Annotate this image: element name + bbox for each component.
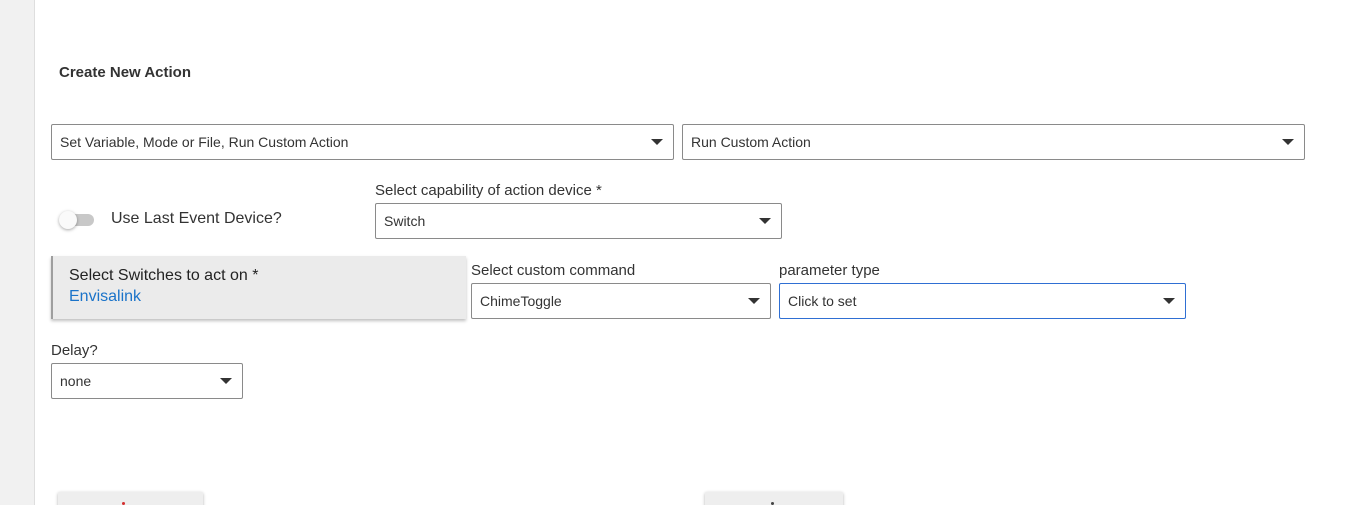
switches-picker-label: Select Switches to act on * — [69, 267, 259, 284]
parameter-type-value: Click to set — [788, 293, 857, 309]
section-title: Create New Action — [59, 64, 191, 81]
chevron-down-icon — [759, 218, 771, 224]
bottom-right-button[interactable] — [705, 492, 843, 505]
chevron-down-icon — [1163, 298, 1175, 304]
custom-command-label: Select custom command — [471, 262, 636, 279]
left-sidebar-gutter — [0, 0, 35, 505]
delay-value: none — [60, 373, 92, 389]
capability-label: Select capability of action device * — [375, 182, 602, 199]
custom-command-value: ChimeToggle — [480, 293, 562, 309]
delay-label: Delay? — [51, 342, 98, 359]
action-category-value: Set Variable, Mode or File, Run Custom A… — [60, 134, 349, 150]
toggle-knob — [59, 211, 77, 229]
use-last-event-device-toggle[interactable] — [59, 211, 95, 229]
chevron-down-icon — [1282, 139, 1294, 145]
chevron-down-icon — [220, 378, 232, 384]
delay-select[interactable]: none — [51, 363, 243, 399]
action-editor-page: Create New Action Set Variable, Mode or … — [0, 0, 1345, 505]
switches-picker-value[interactable]: Envisalink — [69, 288, 141, 306]
capability-select[interactable]: Switch — [375, 203, 782, 239]
action-category-select[interactable]: Set Variable, Mode or File, Run Custom A… — [51, 124, 674, 160]
use-last-event-device-label: Use Last Event Device? — [111, 210, 282, 227]
action-type-select[interactable]: Run Custom Action — [682, 124, 1305, 160]
capability-value: Switch — [384, 213, 426, 229]
action-type-value: Run Custom Action — [691, 134, 811, 150]
chevron-down-icon — [748, 298, 760, 304]
custom-command-select[interactable]: ChimeToggle — [471, 283, 771, 319]
chevron-down-icon — [651, 139, 663, 145]
parameter-type-label: parameter type — [779, 262, 880, 279]
parameter-type-select[interactable]: Click to set — [779, 283, 1186, 319]
switches-device-picker[interactable]: Select Switches to act on * Envisalink — [51, 256, 466, 319]
bottom-left-button[interactable] — [58, 492, 203, 505]
